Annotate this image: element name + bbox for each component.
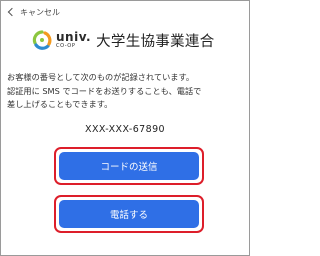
cancel-link[interactable]: キャンセル [7,5,60,19]
verification-message: お客様の番号として次のものが記録されています。 認証用に SMS でコードをお送… [7,71,245,112]
message-line: 差し上げることもできます。 [7,99,113,109]
logo-sub: CO-OP [56,43,76,49]
chevron-left-icon [7,7,17,17]
cancel-label: キャンセル [20,7,60,17]
org-logo: univ. CO-OP 大学生協事業連合 [31,27,215,53]
send-code-button[interactable]: コードの送信 [59,152,199,180]
logo-wordmark: univ. CO-OP [56,31,91,49]
call-button[interactable]: 電話する [59,200,199,228]
call-highlight: 電話する [54,195,204,233]
coop-logo-icon [32,30,52,50]
logo-word: univ. [56,30,92,44]
send-code-highlight: コードの送信 [54,147,204,185]
org-name: 大学生協事業連合 [96,33,215,50]
masked-phone-number: XXX-XXX-67890 [85,124,165,135]
message-line: お客様の番号として次のものが記録されています。 [7,72,195,82]
verification-screen: キャンセル univ. CO-OP 大学生協事業連合 お客様の番号として次のもの… [0,0,250,256]
message-line: 認証用に SMS でコードをお送りすることも、電話で [7,85,202,96]
